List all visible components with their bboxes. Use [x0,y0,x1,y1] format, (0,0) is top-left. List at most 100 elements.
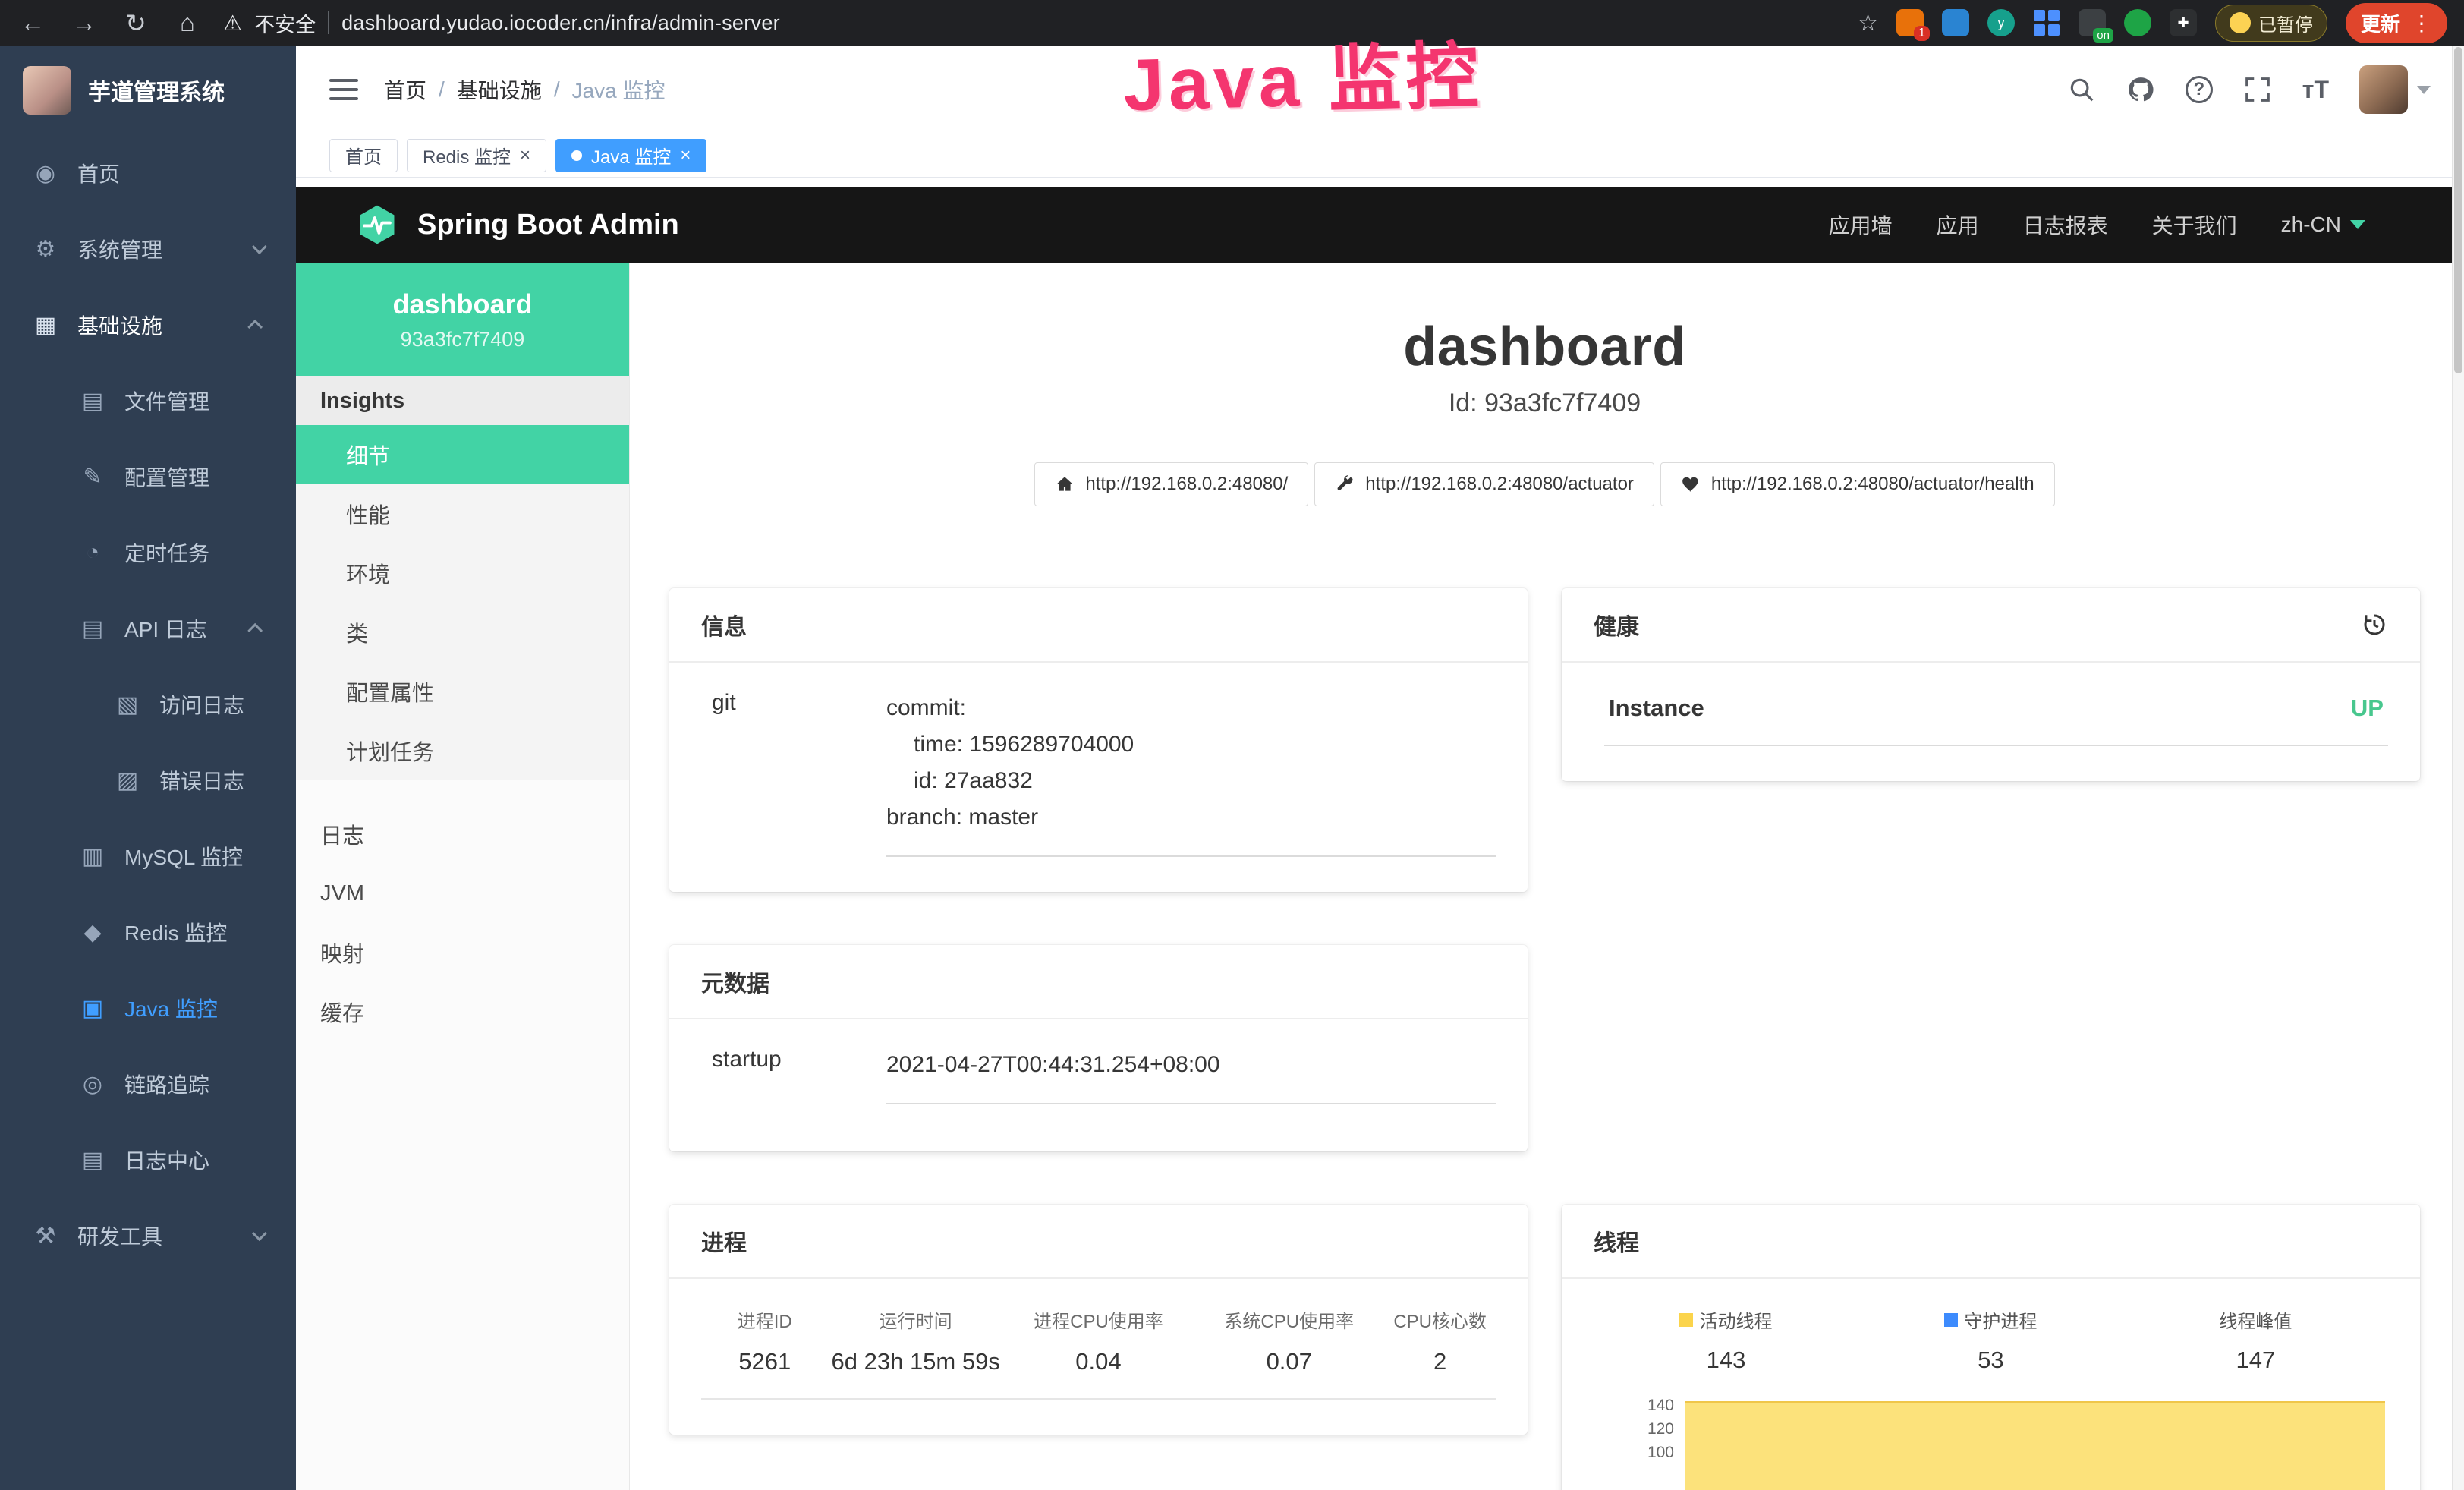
sba-item-jvm[interactable]: JVM [296,864,629,923]
extension-badge: 1 [1914,26,1930,41]
sba-item-caches[interactable]: 缓存 [296,982,629,1041]
paused-badge[interactable]: 已暂停 [2215,5,2327,42]
breadcrumb-home[interactable]: 首页 [384,74,426,105]
kebab-menu-icon[interactable]: ⋮ [2411,11,2432,36]
extension-icon-drop[interactable] [1942,9,1969,36]
sidebar-item-file-manage[interactable]: ▤ 文件管理 [0,363,296,439]
process-value: 0.07 [1194,1348,1384,1375]
github-icon[interactable] [2126,75,2155,104]
sba-item-classes[interactable]: 类 [296,603,629,662]
metadata-card: 元数据 startup 2021-04-27T00:44:31.254+08:0… [669,945,1528,1151]
process-card-body: 进程ID 5261 运行时间 6d 23h 15m 59s [669,1279,1528,1435]
sidebar-item-label: 系统管理 [77,234,162,264]
health-instance-row[interactable]: Instance UP [1604,690,2388,746]
font-size-icon[interactable]: тT [2302,76,2329,104]
address-bar[interactable]: ⚠ 不安全 dashboard.yudao.iocoder.cn/infra/a… [223,8,1838,38]
tag-label: 首页 [345,142,382,169]
sba-nav-wallboard[interactable]: 应用墙 [1829,209,1893,240]
user-menu[interactable] [2359,65,2431,114]
reload-icon[interactable]: ↻ [120,8,152,38]
legend-peak-threads: 线程峰值 147 [2123,1306,2388,1374]
sidebar-item-infra[interactable]: ▦ 基础设施 [0,287,296,363]
sba-nav-applications[interactable]: 应用 [1937,209,1979,240]
sba-item-environment[interactable]: 环境 [296,543,629,603]
chevron-down-icon [252,1226,267,1241]
avatar[interactable] [2359,65,2408,114]
back-icon[interactable]: ← [17,8,49,37]
sidebar-item-system[interactable]: ⚙ 系统管理 [0,211,296,287]
sba-nav-about[interactable]: 关于我们 [2152,209,2237,240]
sidebar-item-scheduled-task[interactable]: ◔ 定时任务 [0,515,296,591]
sba-group-header: Insights [296,376,629,425]
tag-home[interactable]: 首页 [329,139,398,172]
sba-item-details[interactable]: 细节 [296,425,629,484]
scrollbar-thumb[interactable] [2454,47,2462,373]
heart-icon [1681,474,1701,494]
extension-icon-grid[interactable] [2033,9,2060,36]
edit-icon: ✎ [79,464,106,490]
sidebar-item-dev-tools[interactable]: ⚒ 研发工具 [0,1198,296,1274]
search-icon[interactable] [2067,75,2096,104]
tag-redis-monitor[interactable]: Redis 监控 × [407,139,546,172]
app-row: 芋道管理系统 ◉ 首页 ⚙ 系统管理 ▦ 基础设施 ▤ [0,46,2464,1490]
process-col-cpu: 进程CPU使用率 0.04 [1003,1306,1194,1375]
tag-bar: 首页 Redis 监控 × Java 监控 × [296,134,2464,178]
metadata-value: 2021-04-27T00:44:31.254+08:00 [886,1047,1496,1104]
sidebar-item-label: 错误日志 [159,765,244,795]
sidebar-item-api-log[interactable]: ▤ API 日志 [0,591,296,666]
sidebar-item-access-log[interactable]: ▧ 访问日志 [0,666,296,742]
sba-item-scheduled-tasks[interactable]: 计划任务 [296,721,629,780]
fullscreen-icon[interactable] [2243,75,2272,104]
extension-icon-leaf[interactable] [2124,9,2151,36]
history-icon[interactable] [2361,611,2388,638]
sba-brand[interactable]: Spring Boot Admin [355,203,679,247]
locale-select[interactable]: zh-CN [2281,213,2365,237]
sidebar-item-java-monitor[interactable]: ▣ Java 监控 [0,970,296,1046]
health-url-button[interactable]: http://192.168.0.2:48080/actuator/health [1660,462,2055,506]
sba-item-metrics[interactable]: 性能 [296,484,629,543]
sidebar-item-config-manage[interactable]: ✎ 配置管理 [0,439,296,515]
sba-item-config-props[interactable]: 配置属性 [296,662,629,721]
sidebar-item-log-center[interactable]: ▤ 日志中心 [0,1122,296,1198]
sidebar-item-mysql-monitor[interactable]: ▥ MySQL 监控 [0,818,296,894]
admin-menu: ◉ 首页 ⚙ 系统管理 ▦ 基础设施 ▤ 文件管理 [0,135,296,1490]
help-icon[interactable]: ? [2186,76,2213,103]
extension-icon-orange[interactable]: 1 [1896,9,1924,36]
threads-chart: 140 120 100 [1594,1397,2388,1490]
service-url-button[interactable]: http://192.168.0.2:48080/ [1034,462,1308,506]
extension-icon-puzzle[interactable]: ✚ [2170,9,2197,36]
legend-label: 线程峰值 [2219,1306,2292,1333]
caret-down-icon [2417,86,2431,94]
forward-icon[interactable]: → [68,8,100,37]
sba-item-logs[interactable]: 日志 [296,805,629,864]
sba-item-mappings[interactable]: 映射 [296,923,629,982]
log-icon: ▤ [79,616,106,642]
collapse-menu-icon[interactable] [329,79,358,100]
close-icon[interactable]: × [680,145,691,166]
home-icon[interactable]: ⌂ [172,8,203,37]
extension-icon-green-circle[interactable]: y [1987,9,2015,36]
extension-icon-on[interactable]: on [2079,9,2106,36]
instance-header[interactable]: dashboard 93a3fc7f7409 [296,263,629,376]
paused-label: 已暂停 [2258,10,2313,36]
page-scrollbar[interactable] [2452,46,2464,1490]
sidebar-item-redis-monitor[interactable]: ◆ Redis 监控 [0,894,296,970]
process-value: 6d 23h 15m 59s [829,1348,1003,1375]
actuator-url-button[interactable]: http://192.168.0.2:48080/actuator [1314,462,1654,506]
sidebar-item-home[interactable]: ◉ 首页 [0,135,296,211]
breadcrumb-group[interactable]: 基础设施 [457,74,542,105]
sidebar-item-error-log[interactable]: ▨ 错误日志 [0,742,296,818]
tag-java-monitor[interactable]: Java 监控 × [555,139,706,172]
sidebar-item-tracing[interactable]: ◎ 链路追踪 [0,1046,296,1122]
url-text[interactable]: dashboard.yudao.iocoder.cn/infra/admin-s… [341,11,780,35]
sba-nav-journal[interactable]: 日志报表 [2023,209,2108,240]
git-commit-line: commit: [886,690,1496,726]
close-icon[interactable]: × [520,145,530,166]
chevron-down-icon [252,239,267,254]
tag-label: Java 监控 [591,142,671,169]
git-branch-line: branch: master [886,799,1496,836]
update-button[interactable]: 更新 ⋮ [2346,3,2447,43]
bookmark-star-icon[interactable]: ☆ [1858,10,1878,36]
screen: ← → ↻ ⌂ ⚠ 不安全 dashboard.yudao.iocoder.cn… [0,0,2464,1490]
app-logo-row[interactable]: 芋道管理系统 [0,46,296,135]
